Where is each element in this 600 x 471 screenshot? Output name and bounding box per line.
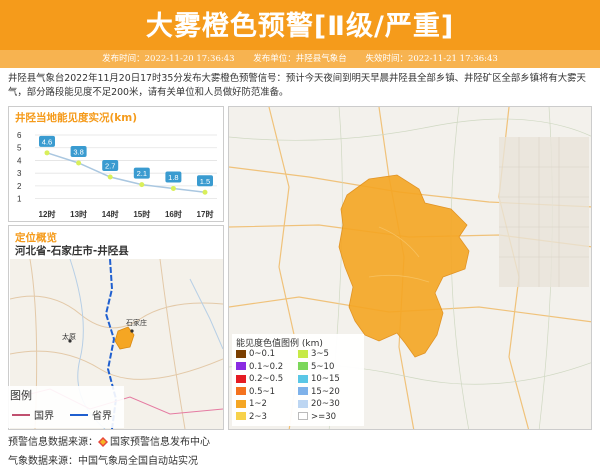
visibility-color-legend: 能见度色值图例 (km) 0~0.1 0.1~0.2 0.2~0.5 0.5~1 1~2…	[232, 334, 364, 426]
visibility-chart: 1 2 3 4 5 6 4.6 12时 3.8 13时 2.7 14时 2.1 15时 1.8 16时 1.5 1…	[17, 131, 217, 219]
legend-swatch	[236, 399, 246, 408]
legend-item: 20~30	[298, 399, 340, 410]
legend-label: 0.5~1	[249, 386, 276, 397]
legend-item: >=30	[298, 412, 336, 423]
legend-item: 1~2	[236, 399, 267, 410]
legend-swatch	[298, 399, 308, 408]
legend-swatch	[236, 374, 246, 383]
data-label: 1.8	[168, 173, 178, 182]
x-tick-label: 13时	[70, 209, 87, 219]
expire-time: 失效时间：2022-11-21 17:36:43	[365, 54, 498, 64]
legend-item: 15~20	[298, 387, 340, 398]
y-tick-label: 4	[17, 156, 22, 165]
legend-province-border: 省界	[92, 409, 112, 422]
legend-item: 2~3	[236, 412, 267, 423]
x-tick-label: 16时	[165, 209, 182, 219]
legend-label: 2~3	[249, 411, 267, 422]
legend-label: 0.2~0.5	[249, 374, 284, 384]
legend-swatch	[298, 362, 308, 370]
visibility-panel: 井陉当地能见度实况(km) 1 2 3 4 5 6 4.6 12时 3.8 13时 2.7 14时 2.…	[8, 106, 224, 222]
release-center-logo-icon	[98, 437, 108, 447]
location-region: 河北省-石家庄市-井陉县	[15, 245, 129, 257]
x-tick-label: 14时	[102, 209, 119, 219]
data-label: 3.8	[73, 148, 83, 157]
data-point	[170, 185, 176, 191]
data-label: 1.5	[200, 177, 210, 186]
data-point	[139, 182, 145, 188]
y-tick-label: 1	[17, 195, 22, 204]
legend-item: 3~5	[298, 349, 329, 360]
legend-swatch	[236, 349, 246, 358]
legend-item: 0~0.1	[236, 349, 275, 360]
x-tick-label: 12时	[39, 209, 56, 219]
footer-warning-source: 预警信息数据来源： 国家预警信息发布中心	[8, 433, 210, 448]
legend-swatch	[236, 387, 246, 395]
legend-item: 0.2~0.5	[236, 374, 283, 385]
warning-bulletin: 井陉县气象台2022年11月20日17时35分发布大雾橙色预警信号：预计今天夜间…	[8, 73, 586, 98]
x-tick-label: 17时	[197, 209, 214, 219]
y-tick-label: 6	[17, 131, 22, 140]
legend-label: 0~0.1	[249, 349, 276, 359]
legend-swatch	[298, 412, 308, 420]
legend-swatch	[236, 412, 246, 420]
data-label: 2.7	[105, 162, 115, 171]
y-tick-label: 3	[17, 169, 22, 178]
legend-label: 15~20	[311, 386, 340, 397]
page-title: 大雾橙色预警[Ⅱ级/严重]	[145, 11, 455, 42]
footer-data-source: 气象数据来源：中国气象局全国自动站实况	[8, 456, 198, 467]
data-point	[44, 150, 50, 156]
data-point	[107, 174, 113, 180]
legend-item: 0.1~0.2	[236, 362, 283, 373]
legend-title: 图例	[10, 388, 32, 402]
legend-label: 10~15	[311, 374, 340, 384]
legend-label: 5~10	[311, 361, 335, 372]
map-label-shijiazhuang: 石家庄	[126, 318, 147, 327]
mini-map-legend: 图例 国界 省界	[6, 386, 124, 428]
legend-label: 1~2	[249, 399, 267, 409]
issuer: 发布单位：井陉县气象台	[253, 54, 347, 64]
map-legend-title: 能见度色值图例 (km)	[236, 339, 323, 349]
warning-header: 大雾橙色预警[Ⅱ级/严重] 发布时间：2022-11-20 17:36:43 发…	[0, 0, 600, 68]
legend-swatch	[298, 349, 308, 358]
legend-national-border: 国界	[34, 410, 54, 422]
legend-label: 0.1~0.2	[249, 361, 284, 372]
map-label-taiyuan: 太原	[62, 332, 76, 341]
y-tick-label: 5	[17, 144, 22, 153]
issue-time: 发布时间：2022-11-20 17:36:43	[102, 54, 235, 64]
footer-warning-source-name: 国家预警信息发布中心	[110, 437, 210, 448]
x-tick-label: 15时	[133, 209, 150, 219]
legend-item: 10~15	[298, 374, 340, 385]
legend-label: 3~5	[311, 349, 329, 359]
legend-item: 5~10	[298, 362, 334, 373]
y-tick-label: 2	[17, 182, 22, 191]
data-point	[202, 189, 208, 195]
legend-swatch	[236, 362, 246, 370]
data-point	[76, 160, 82, 166]
legend-swatch	[298, 387, 308, 395]
warning-meta-bar: 发布时间：2022-11-20 17:36:43 发布单位：井陉县气象台 失效时…	[0, 50, 600, 68]
visibility-series-line	[46, 152, 206, 194]
legend-label: >=30	[311, 411, 337, 422]
footer-warning-prefix: 预警信息数据来源：	[8, 437, 98, 448]
legend-swatch	[298, 374, 308, 383]
data-label: 4.6	[42, 137, 52, 146]
legend-label: 20~30	[311, 399, 340, 409]
data-label: 2.1	[137, 169, 147, 178]
legend-item: 0.5~1	[236, 387, 275, 398]
